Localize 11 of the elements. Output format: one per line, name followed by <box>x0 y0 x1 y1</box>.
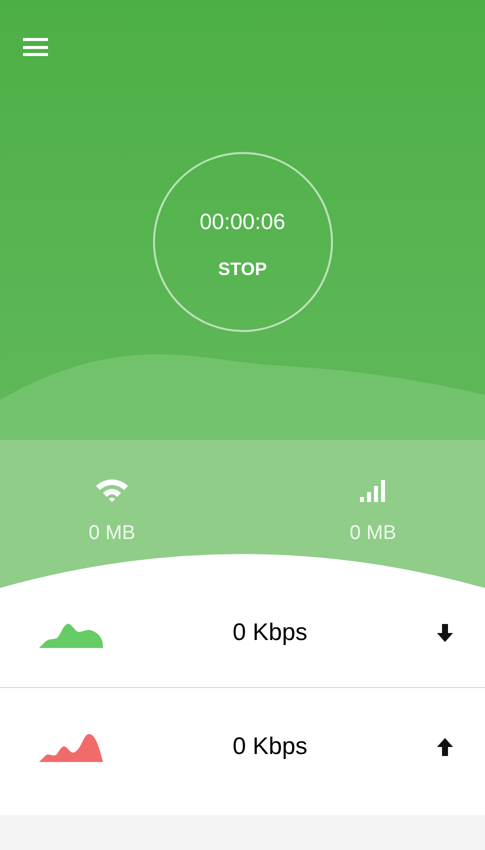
wifi-icon <box>95 478 129 502</box>
stop-button[interactable]: STOP <box>218 256 267 283</box>
menu-icon[interactable] <box>23 38 48 56</box>
up-arrow-icon <box>437 738 453 756</box>
speed-value: 0 Kbps <box>232 618 308 648</box>
data-amount: 0 MB <box>88 521 136 546</box>
speed-value: 0 Kbps <box>232 732 308 762</box>
data-amount: 0 MB <box>350 521 396 546</box>
signal-icon <box>360 480 386 502</box>
down-arrow-icon <box>437 624 453 642</box>
elapsed-time: 00:00:06 <box>200 208 286 236</box>
